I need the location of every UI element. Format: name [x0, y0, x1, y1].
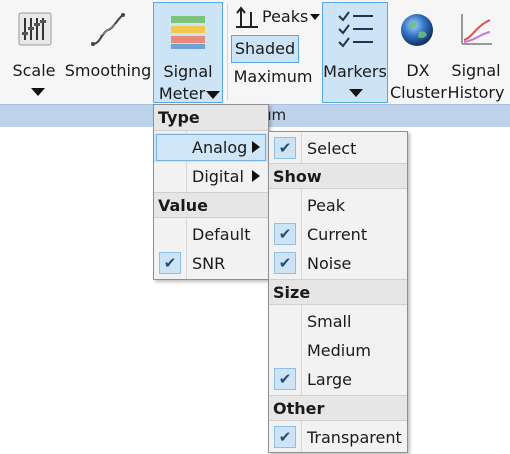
menu-item-label: Small — [307, 312, 352, 331]
menu-item-default[interactable]: Default — [154, 220, 268, 249]
menu-header-size: Size — [269, 279, 407, 305]
menu-item-transparent[interactable]: ✔ Transparent — [269, 423, 407, 452]
menu-item-label: Noise — [307, 254, 352, 273]
menu-item-medium[interactable]: Medium — [269, 336, 407, 365]
menu-item-peak[interactable]: Peak — [269, 191, 407, 220]
menu-header-type: Type — [154, 105, 268, 131]
menu-item-select[interactable]: ✔ Select — [269, 134, 407, 163]
shaded-label: Shaded — [234, 39, 296, 58]
signal-meter-menu: Type Analog Digital Value Default ✔ SNR — [153, 104, 269, 280]
check-icon: ✔ — [159, 252, 181, 274]
menu-item-noise[interactable]: ✔ Noise — [269, 249, 407, 278]
signal-meter-label-1: Signal — [163, 62, 213, 81]
signal-history-label-1: Signal — [451, 61, 501, 80]
chevron-down-icon — [31, 88, 45, 96]
menu-item-current[interactable]: ✔ Current — [269, 220, 407, 249]
check-icon: ✔ — [274, 368, 296, 390]
submenu-arrow-icon — [252, 141, 260, 153]
menu-item-digital[interactable]: Digital — [154, 162, 268, 191]
menu-item-analog[interactable]: Analog — [154, 133, 268, 162]
analog-submenu: ✔ Select Show Peak ✔ Current ✔ Noise Siz… — [268, 131, 408, 453]
dx-cluster-label-1: DX — [406, 61, 430, 80]
menu-item-label: Digital — [192, 167, 244, 186]
menu-item-label: Medium — [307, 341, 371, 360]
chevron-down-icon — [310, 14, 320, 20]
scale-button[interactable]: Scale — [4, 2, 64, 102]
menu-item-label: SNR — [192, 254, 226, 273]
markers-label: Markers — [323, 62, 387, 81]
smoothing-icon — [91, 13, 125, 46]
check-icon: ✔ — [274, 252, 296, 274]
menu-item-large[interactable]: ✔ Large — [269, 365, 407, 394]
submenu-arrow-icon — [252, 170, 260, 182]
menu-header-other: Other — [269, 395, 407, 421]
check-icon: ✔ — [274, 426, 296, 448]
smoothing-label: Smoothing — [64, 61, 152, 80]
shaded-toggle[interactable]: Shaded — [231, 35, 299, 63]
menu-item-small[interactable]: Small — [269, 307, 407, 336]
markers-button[interactable]: Markers — [322, 2, 388, 103]
menu-header-show: Show — [269, 163, 407, 189]
check-icon: ✔ — [274, 223, 296, 245]
dx-cluster-label-2: Cluster — [390, 83, 447, 102]
signal-meter-icon — [171, 16, 205, 49]
maximum-button[interactable]: Maximum — [230, 66, 316, 92]
scale-label: Scale — [12, 61, 56, 80]
chevron-down-icon — [349, 89, 363, 97]
menu-item-label: Large — [307, 370, 353, 389]
chevron-down-icon — [206, 91, 220, 99]
menu-header-value: Value — [154, 192, 268, 218]
peaks-icon — [236, 6, 258, 28]
signal-history-label-2: History — [447, 83, 505, 102]
menu-item-label: Peak — [307, 196, 345, 215]
peaks-button[interactable]: Peaks — [232, 4, 324, 30]
menu-item-label: Transparent — [307, 428, 402, 447]
signal-history-button[interactable]: Signal History — [446, 2, 506, 102]
history-chart-icon — [461, 14, 492, 45]
menu-item-snr[interactable]: ✔ SNR — [154, 249, 268, 278]
markers-list-icon — [338, 11, 373, 48]
menu-item-label: Analog — [192, 138, 248, 157]
menu-item-label: Select — [307, 139, 357, 158]
globe-icon — [401, 14, 433, 46]
ribbon-separator — [227, 4, 228, 100]
menu-item-label: Default — [192, 225, 251, 244]
peaks-label: Peaks — [262, 7, 309, 26]
menu-item-label: Current — [307, 225, 368, 244]
maximum-label: Maximum — [233, 67, 313, 86]
scale-icon — [18, 12, 52, 46]
check-icon: ✔ — [274, 137, 296, 159]
dx-cluster-button[interactable]: DX Cluster — [390, 2, 447, 102]
signal-meter-button[interactable]: Signal Meter — [153, 2, 223, 103]
smoothing-button[interactable]: Smoothing — [64, 2, 152, 102]
